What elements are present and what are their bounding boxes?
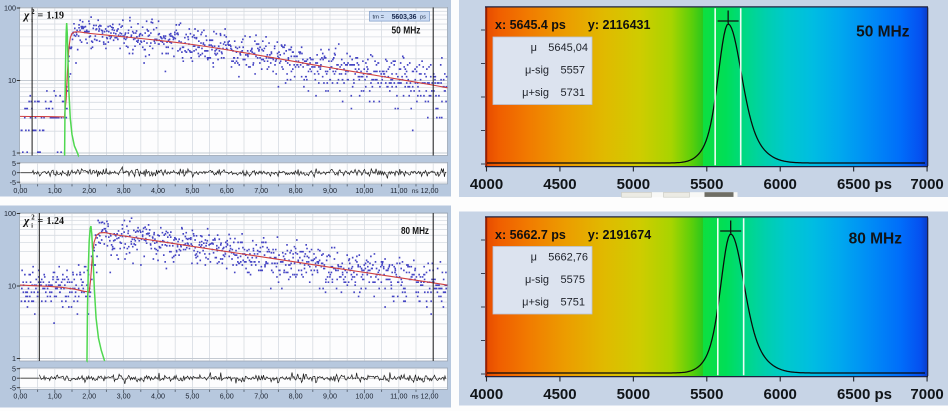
svg-text:8,00: 8,00 xyxy=(289,392,303,401)
svg-text:8,00: 8,00 xyxy=(289,186,303,195)
svg-text:5: 5 xyxy=(12,159,16,168)
svg-text:3,00: 3,00 xyxy=(117,392,131,401)
svg-text:0,00: 0,00 xyxy=(13,392,27,401)
svg-text:μ: μ xyxy=(531,252,537,264)
svg-text:4,00: 4,00 xyxy=(151,392,165,401)
svg-text:11,00: 11,00 xyxy=(390,392,407,401)
svg-text:5662,76: 5662,76 xyxy=(548,252,588,264)
svg-text:1: 1 xyxy=(12,149,16,158)
svg-text:μ: μ xyxy=(531,42,537,54)
svg-text:7,00: 7,00 xyxy=(254,392,268,401)
svg-text:0: 0 xyxy=(12,374,16,383)
svg-text:80 MHz: 80 MHz xyxy=(849,231,903,248)
svg-text:11,00: 11,00 xyxy=(390,186,407,195)
svg-text:0,00: 0,00 xyxy=(13,186,27,195)
svg-text:μ+sig: μ+sig xyxy=(522,87,549,99)
svg-text:10,00: 10,00 xyxy=(355,392,373,401)
svg-text:6,00: 6,00 xyxy=(220,186,234,195)
svg-text:4500: 4500 xyxy=(543,386,576,403)
svg-text:=: = xyxy=(38,216,44,227)
svg-text:4,00: 4,00 xyxy=(151,186,165,195)
svg-text:μ-sig: μ-sig xyxy=(525,274,549,286)
svg-text:5645,04: 5645,04 xyxy=(548,42,588,54)
svg-text:4000: 4000 xyxy=(470,176,503,193)
svg-text:50 MHz: 50 MHz xyxy=(392,26,421,37)
svg-text:5: 5 xyxy=(12,364,16,373)
svg-text:1,00: 1,00 xyxy=(48,392,62,401)
svg-text:2: 2 xyxy=(31,214,35,221)
svg-text:ns: ns xyxy=(412,188,419,195)
svg-text:100: 100 xyxy=(4,209,16,218)
svg-text:7000: 7000 xyxy=(910,176,943,193)
svg-text:4000: 4000 xyxy=(470,386,503,403)
svg-text:ps: ps xyxy=(875,386,893,403)
svg-text:tm =: tm = xyxy=(373,15,385,21)
svg-text:7,00: 7,00 xyxy=(254,186,268,195)
svg-text:4500: 4500 xyxy=(543,176,576,193)
svg-text:5000: 5000 xyxy=(617,176,650,193)
svg-text:9,00: 9,00 xyxy=(323,392,337,401)
svg-text:6500: 6500 xyxy=(837,386,870,403)
svg-text:5575: 5575 xyxy=(561,274,585,286)
svg-text:50 MHz: 50 MHz xyxy=(856,24,910,41)
svg-text:6,00: 6,00 xyxy=(220,392,234,401)
svg-text:ps: ps xyxy=(420,14,426,20)
svg-text:7000: 7000 xyxy=(910,386,943,403)
svg-text:10,00: 10,00 xyxy=(355,186,373,195)
svg-text:9,00: 9,00 xyxy=(323,186,337,195)
svg-text:1.19: 1.19 xyxy=(47,10,65,21)
svg-text:5000: 5000 xyxy=(617,386,650,403)
svg-text:5731: 5731 xyxy=(561,87,585,99)
svg-text:χ: χ xyxy=(22,216,30,228)
svg-text:1.24: 1.24 xyxy=(47,216,65,227)
svg-text:2,00: 2,00 xyxy=(82,186,96,195)
svg-text:5603,36: 5603,36 xyxy=(392,14,417,21)
svg-text:2,00: 2,00 xyxy=(82,392,96,401)
svg-text:12,00: 12,00 xyxy=(421,186,439,195)
svg-text:ns: ns xyxy=(412,394,419,401)
svg-text:0: 0 xyxy=(12,168,16,177)
svg-text:5500: 5500 xyxy=(690,176,723,193)
svg-text:5,00: 5,00 xyxy=(185,392,199,401)
svg-text:μ-sig: μ-sig xyxy=(525,65,549,77)
svg-text:5751: 5751 xyxy=(561,297,585,309)
svg-text:1,00: 1,00 xyxy=(48,186,62,195)
svg-text:1: 1 xyxy=(12,354,16,363)
svg-text:6000: 6000 xyxy=(764,176,797,193)
svg-text:5,00: 5,00 xyxy=(185,186,199,195)
svg-text:100: 100 xyxy=(4,4,16,13)
svg-text:12,00: 12,00 xyxy=(421,392,439,401)
svg-text:6000: 6000 xyxy=(764,386,797,403)
svg-text:μ+sig: μ+sig xyxy=(522,297,549,309)
svg-text:ps: ps xyxy=(875,176,893,193)
svg-text:3,00: 3,00 xyxy=(117,186,131,195)
svg-text:5500: 5500 xyxy=(690,386,723,403)
svg-text:6500: 6500 xyxy=(837,176,870,193)
svg-text:=: = xyxy=(38,10,44,21)
svg-text:10: 10 xyxy=(8,282,16,291)
svg-text:5557: 5557 xyxy=(561,65,585,77)
svg-text:80 MHz: 80 MHz xyxy=(401,226,429,237)
svg-text:10: 10 xyxy=(8,76,16,85)
svg-text:2: 2 xyxy=(31,9,35,16)
svg-text:χ: χ xyxy=(22,10,30,22)
